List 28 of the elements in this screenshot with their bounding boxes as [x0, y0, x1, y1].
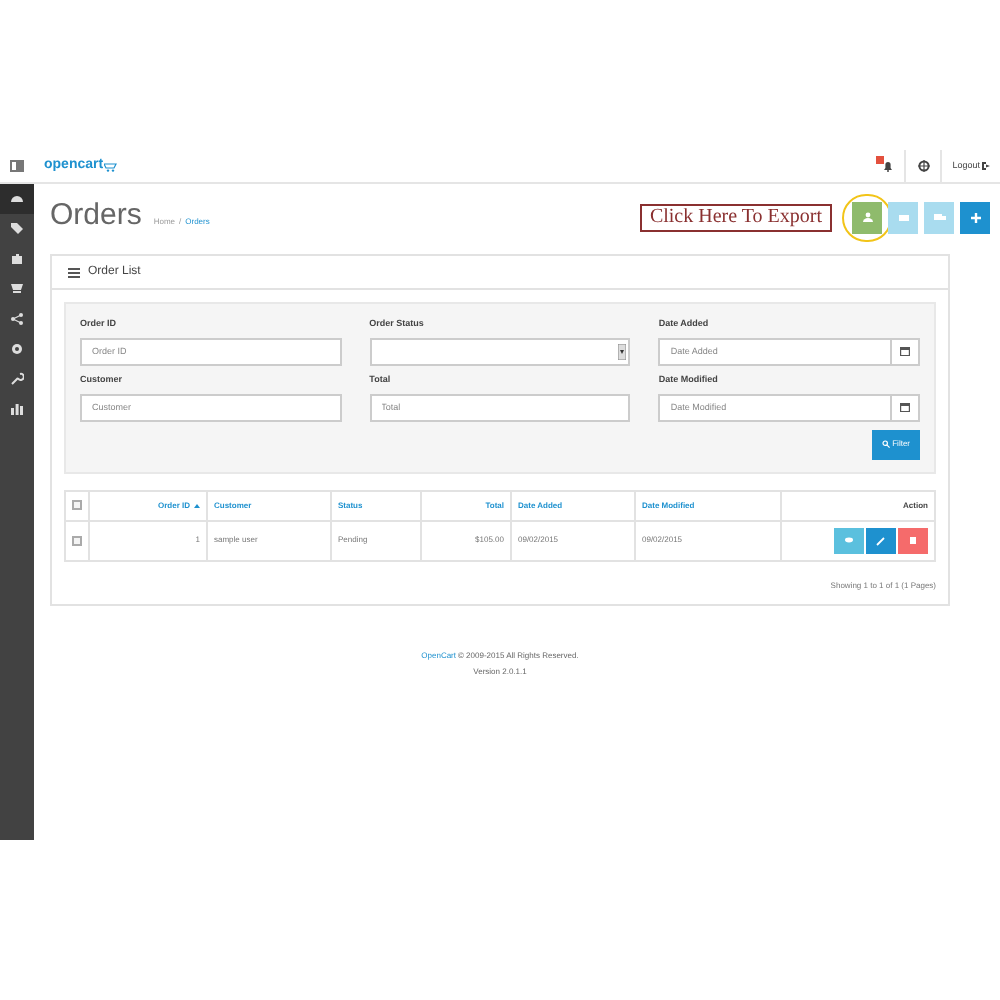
cart-icon	[103, 161, 120, 171]
bell-icon[interactable]	[881, 160, 894, 172]
sidebar-item[interactable]	[0, 184, 34, 214]
bar-chart-icon	[10, 402, 24, 416]
add-button[interactable]	[960, 201, 990, 233]
wrench-icon	[10, 372, 24, 386]
settings-icon	[10, 342, 24, 356]
share-icon	[10, 312, 24, 326]
plus-icon	[969, 211, 981, 223]
lifebuoy-icon[interactable]	[917, 160, 930, 172]
sign-out-icon	[982, 162, 990, 170]
select-all-checkbox[interactable]	[72, 500, 82, 510]
menu-icon[interactable]	[10, 160, 24, 172]
calendar-icon[interactable]	[900, 402, 910, 412]
dropdown-arrow-icon	[618, 343, 627, 360]
tag-icon	[10, 222, 24, 236]
row-checkbox[interactable]	[72, 535, 82, 545]
pencil-icon	[876, 535, 886, 545]
list-icon	[68, 267, 80, 277]
dashboard-icon	[10, 192, 24, 206]
edit-button[interactable]	[866, 527, 896, 553]
delete-button[interactable]	[898, 527, 928, 553]
user-icon	[861, 211, 873, 223]
cart-icon	[10, 282, 24, 296]
search-icon	[882, 440, 891, 448]
calendar-icon[interactable]	[900, 346, 910, 357]
export-callout: Click Here To Export	[639, 203, 832, 231]
page-title: Orders	[50, 196, 142, 237]
